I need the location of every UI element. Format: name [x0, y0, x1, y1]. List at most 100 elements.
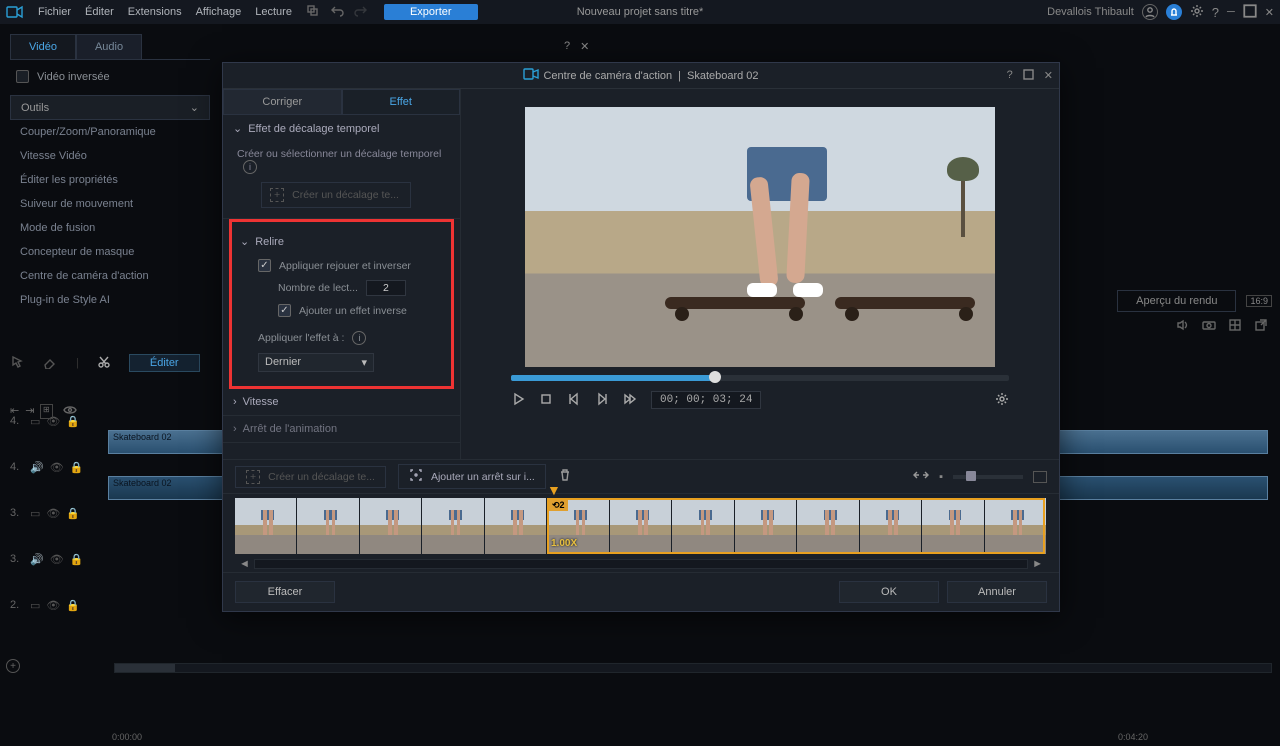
thumbnail-strip[interactable]: [235, 498, 1047, 554]
cut-icon[interactable]: [97, 355, 111, 372]
tab-effet[interactable]: Effet: [342, 89, 461, 115]
playhead-marker[interactable]: ▼: [547, 482, 561, 498]
stop-icon[interactable]: [539, 392, 553, 409]
eye-row-icon[interactable]: [63, 404, 77, 419]
tool-crop[interactable]: Couper/Zoom/Panoramique: [10, 120, 210, 144]
section-replay[interactable]: ⌄Relire: [240, 228, 443, 255]
collapse-right-icon[interactable]: ⇥: [25, 404, 34, 417]
popout-icon[interactable]: [1254, 318, 1268, 335]
chevron-down-icon: ⌄: [190, 101, 199, 114]
create-timeshift-button[interactable]: +Créer un décalage te...: [261, 182, 411, 208]
scrub-thumb[interactable]: [709, 371, 721, 383]
aspect-badge[interactable]: 16:9: [1246, 295, 1272, 307]
eye-icon[interactable]: 👁: [50, 461, 64, 474]
section-timeshift[interactable]: ⌄Effet de décalage temporel: [223, 115, 460, 142]
minimize-icon[interactable]: ─: [1227, 6, 1235, 18]
gear-icon[interactable]: [1190, 4, 1204, 21]
bell-icon[interactable]: [1166, 4, 1182, 20]
thumb-scrollbar[interactable]: [254, 559, 1028, 569]
zoom-slider[interactable]: [953, 475, 1023, 479]
close-icon[interactable]: ✕: [1265, 6, 1274, 19]
timeline-scrollbar[interactable]: [114, 663, 1272, 673]
lock-icon[interactable]: 🔒: [70, 553, 84, 566]
redo-icon[interactable]: [354, 4, 368, 21]
chevron-down-icon: ⌄: [240, 235, 249, 248]
user-name: Devallois Thibault: [1047, 6, 1134, 18]
collapse-left-icon[interactable]: ⇤: [10, 404, 19, 417]
undo-icon[interactable]: [330, 4, 344, 21]
export-button[interactable]: Exporter: [384, 4, 478, 20]
tool-actioncam[interactable]: Centre de caméra d'action: [10, 264, 210, 288]
edit-button[interactable]: Éditer: [129, 354, 200, 372]
replay-count-field[interactable]: 2: [366, 280, 406, 296]
gear-icon[interactable]: [995, 392, 1009, 409]
menu-ext[interactable]: Extensions: [128, 6, 182, 18]
timecode[interactable]: 00; 00; 03; 24: [651, 391, 761, 409]
lock-icon[interactable]: 🔒: [66, 507, 80, 520]
tool-props[interactable]: Éditer les propriétés: [10, 168, 210, 192]
add-freeze-button[interactable]: Ajouter un arrêt sur i...: [398, 464, 546, 489]
apply-to-label: Appliquer l'effet à :: [258, 332, 344, 344]
ok-button[interactable]: OK: [839, 581, 939, 603]
dialog-max-icon[interactable]: [1023, 69, 1034, 83]
info-icon[interactable]: i: [243, 160, 257, 174]
zoom-out-icon[interactable]: ▪: [939, 471, 943, 483]
eye-icon[interactable]: 👁: [50, 553, 64, 566]
zoom-fit-icon[interactable]: [1033, 471, 1047, 483]
fast-forward-icon[interactable]: [623, 392, 637, 409]
grid-icon[interactable]: [1228, 318, 1242, 335]
help-icon[interactable]: ?: [1212, 5, 1219, 20]
track-num: 3.: [10, 553, 28, 565]
dialog-close-icon[interactable]: ✕: [1044, 69, 1053, 83]
video-preview: [525, 107, 995, 367]
select-icon[interactable]: [10, 355, 24, 372]
info-icon[interactable]: i: [352, 331, 366, 345]
next-frame-icon[interactable]: [595, 392, 609, 409]
tool-mask[interactable]: Concepteur de masque: [10, 240, 210, 264]
lock-icon[interactable]: 🔒: [70, 461, 84, 474]
lock-icon[interactable]: 🔒: [66, 599, 80, 612]
maximize-icon[interactable]: [1243, 4, 1257, 21]
eye-icon[interactable]: 👁: [46, 599, 60, 612]
tab-video[interactable]: Vidéo: [10, 34, 76, 59]
tools-header[interactable]: Outils ⌄: [10, 95, 210, 120]
menu-file[interactable]: Fichier: [38, 6, 71, 18]
render-preview-button[interactable]: Aperçu du rendu: [1117, 290, 1236, 312]
apply-to-select[interactable]: Dernier▾: [258, 353, 374, 372]
layers-icon[interactable]: [306, 4, 320, 21]
tool-aistyle[interactable]: Plug-in de Style AI: [10, 288, 210, 312]
scrub-bar[interactable]: [511, 375, 1009, 381]
panel-close-icon[interactable]: ✕: [580, 40, 589, 53]
panel-help-icon[interactable]: ?: [564, 40, 570, 53]
section-speed[interactable]: ›Vitesse: [223, 389, 460, 415]
eraser-icon[interactable]: [42, 355, 58, 372]
play-icon[interactable]: [511, 392, 525, 409]
tool-speed[interactable]: Vitesse Vidéo: [10, 144, 210, 168]
prev-frame-icon[interactable]: [567, 392, 581, 409]
add-track-icon[interactable]: +: [6, 659, 20, 673]
replay-apply-checkbox[interactable]: [258, 259, 271, 272]
fit-icon[interactable]: [913, 469, 929, 484]
create-shift-button-2[interactable]: +Créer un décalage te...: [235, 466, 386, 488]
snap-icon[interactable]: ⊞: [40, 404, 53, 419]
scroll-right-icon[interactable]: ►: [1028, 558, 1047, 570]
eye-icon[interactable]: 👁: [46, 507, 60, 520]
reverse-checkbox[interactable]: [16, 70, 29, 83]
tab-audio[interactable]: Audio: [76, 34, 142, 59]
cancel-button[interactable]: Annuler: [947, 581, 1047, 603]
volume-icon[interactable]: [1176, 318, 1190, 335]
camera-icon[interactable]: [1202, 318, 1216, 335]
user-icon[interactable]: [1142, 4, 1158, 20]
menu-view[interactable]: Affichage: [196, 6, 242, 18]
tool-track[interactable]: Suiveur de mouvement: [10, 192, 210, 216]
reverse-effect-checkbox[interactable]: [278, 304, 291, 317]
section-freeze[interactable]: ›Arrêt de l'animation: [223, 416, 460, 442]
project-title: Nouveau projet sans titre*: [577, 6, 704, 18]
scroll-left-icon[interactable]: ◄: [235, 558, 254, 570]
menu-edit[interactable]: Éditer: [85, 6, 114, 18]
menu-play[interactable]: Lecture: [255, 6, 292, 18]
dialog-help-icon[interactable]: ?: [1007, 69, 1013, 83]
tab-corriger[interactable]: Corriger: [223, 89, 342, 115]
tool-blend[interactable]: Mode de fusion: [10, 216, 210, 240]
clear-button[interactable]: Effacer: [235, 581, 335, 603]
